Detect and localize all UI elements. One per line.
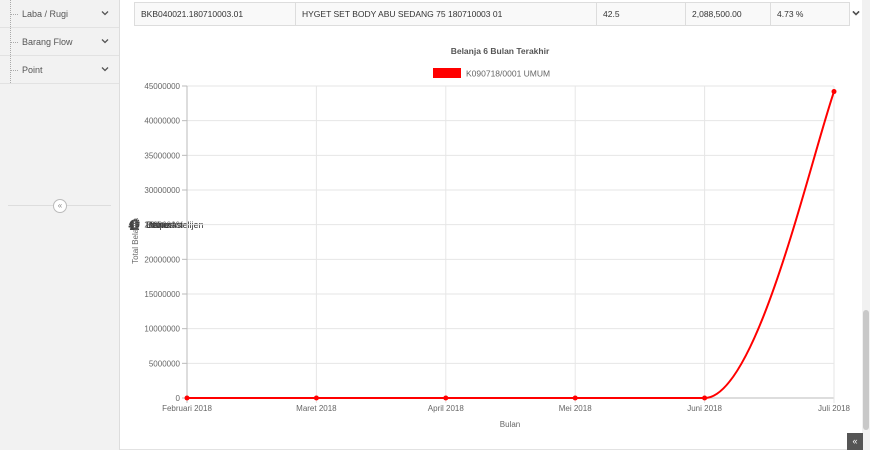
x-tick-label: Februari 2018 — [162, 404, 212, 413]
sidebar: Laba / Rugi Barang Flow Point Bisnis Int… — [0, 0, 870, 450]
scrollbar-thumb[interactable] — [863, 310, 869, 430]
chevron-down-icon — [101, 11, 109, 16]
chart-title: Belanja 6 Bulan Terakhir — [451, 46, 550, 56]
page-scrollbar[interactable] — [862, 0, 870, 450]
y-tick-label: 15000000 — [144, 290, 180, 299]
sidebar-item-label: Point — [22, 64, 43, 75]
x-tick-label: Maret 2018 — [296, 404, 337, 413]
data-point[interactable] — [184, 395, 190, 401]
y-axis-label: Total Belanja — [131, 218, 140, 264]
data-point[interactable] — [313, 395, 319, 401]
sidebar-item-point[interactable]: Point — [0, 56, 119, 84]
y-tick-label: 45000000 — [144, 82, 180, 91]
sidebar-item-laba-rugi[interactable]: Laba / Rugi — [0, 0, 119, 28]
x-tick-label: April 2018 — [428, 404, 465, 413]
sidebar-collapse-row: « — [0, 196, 119, 214]
main-content: BKB040021.180710003.01 HYGET SET BODY AB… — [120, 0, 870, 450]
x-tick-label: Mei 2018 — [559, 404, 592, 413]
data-point[interactable] — [443, 395, 449, 401]
y-tick-label: 10000000 — [144, 325, 180, 334]
y-tick-label: 20000000 — [144, 255, 180, 264]
sidebar-collapse-button[interactable]: « — [53, 199, 67, 213]
x-tick-label: Juli 2018 — [818, 404, 850, 413]
legend-label: K090718/0001 UMUM — [466, 69, 550, 79]
data-point[interactable] — [702, 395, 708, 401]
sidebar-item-label: Laba / Rugi — [22, 8, 69, 19]
chevron-down-icon — [101, 39, 109, 44]
y-tick-label: 35000000 — [144, 151, 180, 160]
sidebar-item-barang-flow[interactable]: Barang Flow — [0, 28, 119, 56]
x-tick-label: Juni 2018 — [687, 404, 722, 413]
line-chart: Belanja 6 Bulan Terakhir K090718/0001 UM… — [131, 46, 850, 429]
scroll-to-top-button[interactable]: « — [847, 433, 863, 450]
y-tick-label: 0 — [176, 394, 181, 403]
y-tick-label: 25000000 — [144, 221, 180, 230]
data-point[interactable] — [831, 89, 837, 95]
legend-swatch — [433, 68, 461, 78]
y-tick-label: 40000000 — [144, 117, 180, 126]
x-axis-label: Bulan — [500, 420, 520, 429]
series-line — [187, 91, 835, 399]
sidebar-item-label: Barang Flow — [22, 36, 73, 47]
y-tick-label: 5000000 — [149, 359, 181, 368]
chevron-down-icon — [101, 67, 109, 72]
y-tick-label: 30000000 — [144, 186, 180, 195]
data-point[interactable] — [572, 395, 578, 401]
